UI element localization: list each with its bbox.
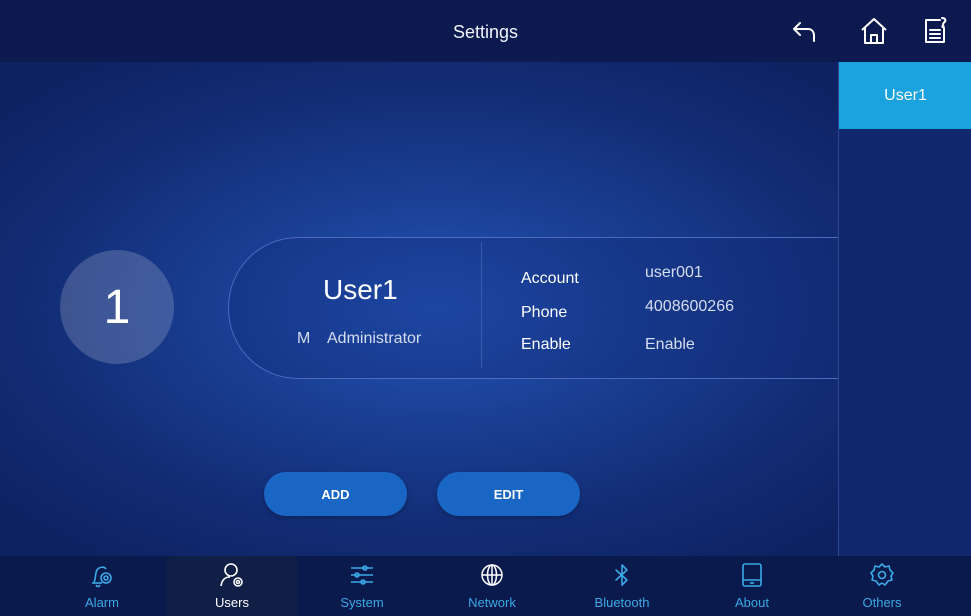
phone-label: Phone (521, 304, 568, 321)
user-gender: M (297, 330, 311, 347)
page-title: Settings (452, 22, 519, 42)
nav-label-alarm: Alarm (85, 595, 119, 610)
account-value: user001 (645, 264, 703, 281)
nav-item-bluetooth[interactable]: Bluetooth (557, 556, 687, 616)
user-name: User1 (323, 274, 398, 305)
bluetooth-icon (608, 561, 636, 589)
nav-label-network: Network (468, 595, 516, 610)
gear-icon (868, 561, 896, 589)
home-icon[interactable] (857, 14, 891, 48)
tablet-icon (738, 561, 766, 589)
nav-label-bluetooth: Bluetooth (594, 595, 650, 610)
nav-label-system: System (340, 595, 384, 610)
user-list-item-user1[interactable]: User1 (839, 62, 971, 129)
nav-item-alarm[interactable]: Alarm (37, 556, 167, 616)
user-role: Administrator (327, 330, 422, 347)
nav-item-network[interactable]: Network (427, 556, 557, 616)
top-bar: Settings (0, 0, 971, 62)
settings-screen: Settings 1 User1 M Administrator Account… (0, 0, 971, 616)
phone-value: 4008600266 (645, 298, 734, 315)
bottom-nav: Alarm Users System Network Bluetooth Abo… (0, 556, 971, 616)
user-index-badge: 1 (60, 250, 174, 364)
user-gear-icon (218, 561, 246, 589)
globe-icon (478, 561, 506, 589)
nav-item-about[interactable]: About (687, 556, 817, 616)
nav-item-others[interactable]: Others (817, 556, 947, 616)
add-user-button[interactable]: ADD (264, 472, 407, 516)
card-divider (481, 242, 482, 368)
enable-label: Enable (521, 336, 571, 353)
user-detail-area: 1 User1 M Administrator Account user001 … (0, 62, 838, 556)
nav-item-users[interactable]: Users (167, 556, 297, 616)
user-info-card: User1 M Administrator Account user001 Ph… (228, 237, 838, 379)
alarm-bell-icon (88, 561, 116, 589)
nav-label-users: Users (215, 595, 249, 610)
enable-value: Enable (645, 336, 695, 353)
account-label: Account (521, 270, 579, 287)
user-list-panel: User1 (838, 62, 971, 556)
notes-icon[interactable] (918, 14, 952, 48)
edit-user-button[interactable]: EDIT (437, 472, 580, 516)
nav-label-about: About (735, 595, 769, 610)
sliders-icon (348, 561, 376, 589)
nav-label-others: Others (862, 595, 902, 610)
back-arrow-icon[interactable] (788, 14, 822, 48)
nav-item-system[interactable]: System (297, 556, 427, 616)
